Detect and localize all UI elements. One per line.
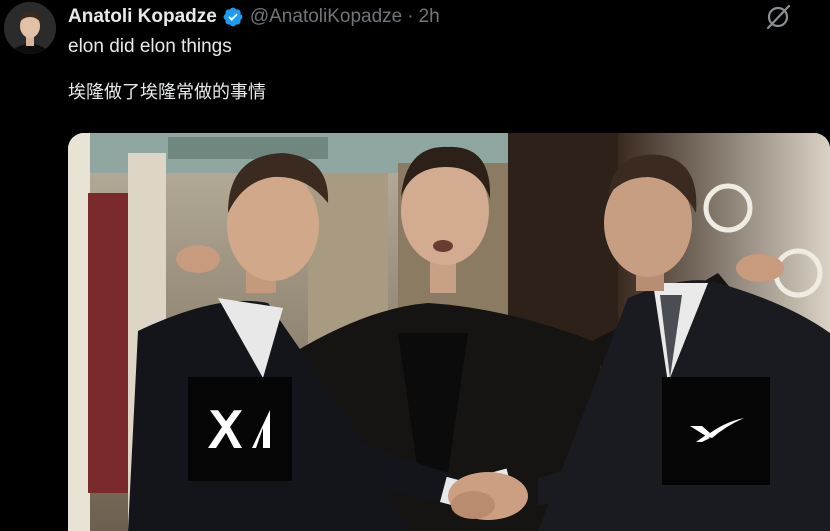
tweet-text-line1: elon did elon things xyxy=(68,36,232,57)
verified-badge-icon xyxy=(223,7,243,27)
grok-icon[interactable] xyxy=(764,3,792,31)
tweet-text-line2: 埃隆做了埃隆常做的事情 xyxy=(68,82,266,103)
xai-logo xyxy=(188,377,292,481)
timestamp[interactable]: 2h xyxy=(419,6,440,28)
spacex-logo xyxy=(662,377,770,485)
avatar[interactable] xyxy=(4,2,56,54)
author-handle[interactable]: @AnatoliKopadze xyxy=(250,6,402,28)
tweet-header: Anatoli Kopadze @AnatoliKopadze · 2h xyxy=(68,4,440,30)
author-name[interactable]: Anatoli Kopadze xyxy=(68,6,217,28)
separator-dot: · xyxy=(407,6,414,27)
tweet-media-image[interactable] xyxy=(68,133,830,531)
